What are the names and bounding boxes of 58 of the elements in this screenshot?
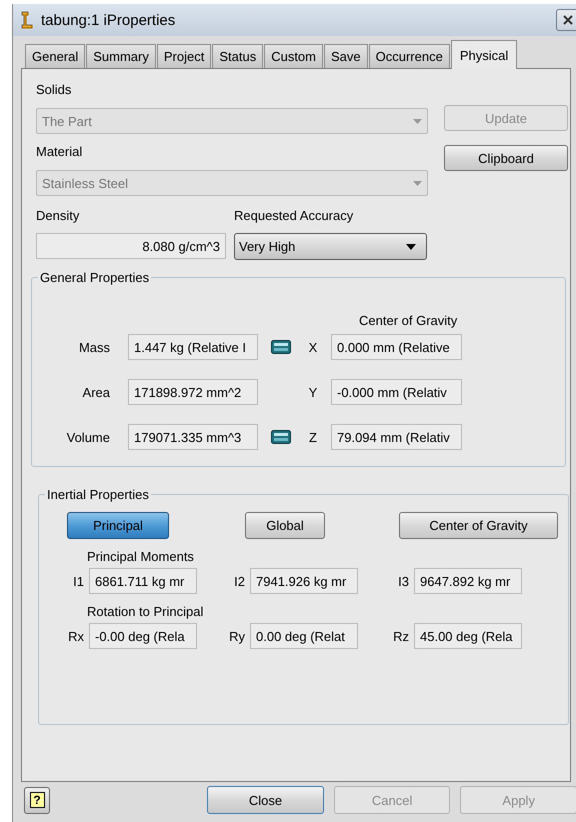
section-label: Principal Moments xyxy=(87,549,195,564)
view-button[interactable]: Global xyxy=(245,512,325,539)
calculator-icon xyxy=(271,340,291,354)
value-field[interactable]: 7941.926 kg mr xyxy=(250,568,358,594)
field-label: Ry xyxy=(229,628,245,644)
accuracy-dropdown[interactable]: Very High xyxy=(234,233,427,260)
field-label: I1 xyxy=(73,574,84,588)
tab[interactable]: Save xyxy=(324,44,368,68)
caret-icon xyxy=(406,244,416,250)
value-field[interactable]: 171898.972 mm^2 xyxy=(128,379,258,405)
value-field[interactable]: 9647.892 kg mr xyxy=(414,568,522,594)
field-label: Density xyxy=(36,208,80,225)
axis-label: X xyxy=(308,340,318,354)
axis-label: Z xyxy=(309,430,317,444)
group-title: General Properties xyxy=(39,270,150,285)
field-label: Rz xyxy=(393,628,409,644)
tab[interactable]: Custom xyxy=(264,44,323,68)
value-field[interactable]: 45.00 deg (Rela xyxy=(414,623,522,649)
field-label: Rx xyxy=(68,628,84,644)
dialog-button[interactable]: Close xyxy=(207,786,324,814)
field-label: I3 xyxy=(398,574,409,588)
field-label: Mass xyxy=(78,340,110,354)
value-field[interactable]: 179071.335 mm^3 xyxy=(128,424,258,450)
view-button[interactable]: Center of Gravity xyxy=(399,512,558,539)
group-title: Inertial Properties xyxy=(46,487,150,502)
close-button[interactable] xyxy=(556,9,576,31)
value-field[interactable]: -0.000 mm (Relativ xyxy=(331,379,462,405)
field-label: Material xyxy=(36,144,84,161)
caret-icon xyxy=(413,118,422,124)
tab[interactable]: Physical xyxy=(450,40,518,69)
tab[interactable]: Project xyxy=(156,44,212,68)
column-label: Center of Gravity xyxy=(359,313,458,328)
tab[interactable]: Occurrence xyxy=(368,44,450,68)
value-field[interactable]: 6861.711 kg mr xyxy=(89,568,197,594)
tab[interactable]: General xyxy=(25,44,86,68)
tab[interactable]: Summary xyxy=(86,44,156,68)
axis-label: Y xyxy=(308,384,318,400)
value-field[interactable]: 0.000 mm (Relative xyxy=(331,334,462,360)
window-title: tabung:1 iProperties xyxy=(41,12,176,28)
section-label: Rotation to Principal xyxy=(87,604,204,619)
field-label: I2 xyxy=(234,574,245,588)
field-label: Area xyxy=(82,384,110,400)
app-icon xyxy=(19,11,35,29)
value-field[interactable]: 1.447 kg (Relative I xyxy=(128,334,258,360)
value-field[interactable]: 0.00 deg (Relat xyxy=(250,623,358,649)
field-label: Solids xyxy=(36,82,72,99)
close-icon xyxy=(563,15,573,25)
value-field[interactable]: 79.094 mm (Relativ xyxy=(331,424,462,450)
field-label: Volume xyxy=(66,430,110,444)
tab[interactable]: Status xyxy=(212,44,264,68)
caret-icon xyxy=(413,180,422,186)
help-button[interactable]: ? xyxy=(24,786,50,814)
action-button[interactable]: Clipboard xyxy=(444,145,568,171)
density-field[interactable]: 8.080 g/cm^3 xyxy=(36,233,226,259)
view-button[interactable]: Principal xyxy=(67,512,169,539)
value-field[interactable]: -0.00 deg (Rela xyxy=(89,623,197,649)
calculator-icon xyxy=(271,430,291,444)
field-label: Requested Accuracy xyxy=(234,208,354,225)
